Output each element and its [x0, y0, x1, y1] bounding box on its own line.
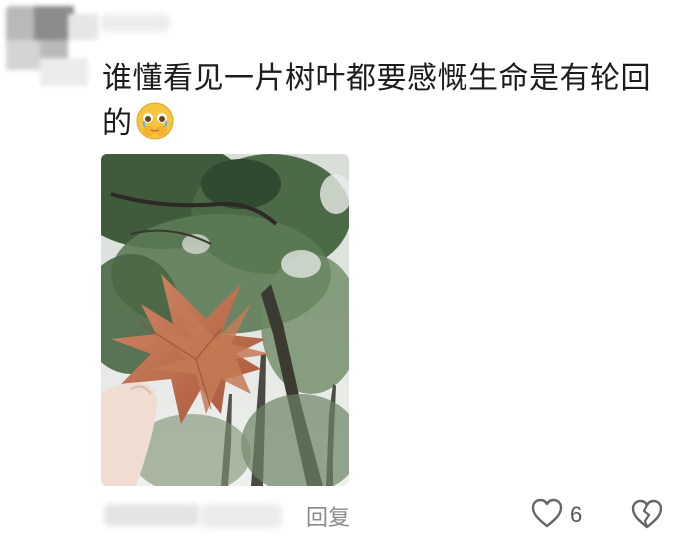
dislike-button[interactable] — [630, 498, 664, 534]
heart-outline-icon — [530, 497, 564, 533]
comment-body: 谁懂看见一片树叶都要感慨生命是有轮回的 — [102, 61, 651, 141]
face-holding-back-tears-emoji — [135, 101, 175, 141]
avatar[interactable] — [6, 6, 98, 86]
timestamp-redacted — [104, 504, 200, 526]
comment-photo[interactable] — [101, 154, 349, 486]
like-button[interactable]: 6 — [530, 498, 582, 532]
username-redacted[interactable] — [100, 14, 170, 32]
comment-text: 谁懂看见一片树叶都要感慨生命是有轮回的 — [102, 56, 662, 146]
reply-button[interactable]: 回复 — [306, 500, 350, 532]
location-redacted — [200, 504, 282, 528]
like-count: 6 — [570, 502, 583, 527]
broken-heart-icon — [630, 499, 664, 534]
